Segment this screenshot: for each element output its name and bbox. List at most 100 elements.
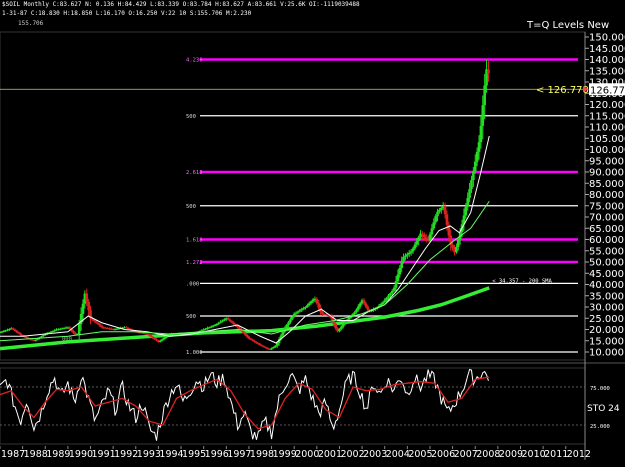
- price-bar-body: [241, 331, 245, 333]
- price-bar-body: [404, 255, 407, 257]
- price-bar-body: [266, 348, 270, 350]
- y-tick-label: 110.000: [589, 123, 625, 134]
- price-bar-body: [270, 348, 273, 350]
- price-bar-body: [470, 180, 473, 190]
- price-bar-body: [147, 334, 151, 336]
- price-bar-body: [353, 312, 356, 315]
- price-bar-body: [253, 340, 256, 342]
- header-sub-value: 155.706: [18, 20, 44, 27]
- stochastic-d-line: [0, 376, 490, 430]
- price-bar-body: [409, 251, 413, 253]
- price-bar-body: [245, 334, 249, 337]
- price-bar-body: [338, 328, 341, 332]
- x-tick-label: 1994: [159, 449, 183, 460]
- price-bar-body: [309, 301, 313, 304]
- price-bar-body: [389, 293, 392, 296]
- price-bar-body: [238, 327, 241, 330]
- price-bar-body: [17, 332, 21, 334]
- x-tick-label: 1997: [227, 449, 251, 460]
- price-chart: 150.000145.000140.000135.000130.000125.0…: [0, 31, 625, 460]
- stochastic-panel-frame: [0, 367, 586, 445]
- price-panel-frame: [0, 31, 586, 361]
- y-tick-label: 135.000: [589, 66, 625, 77]
- price-bar-body: [272, 347, 275, 349]
- x-tick-label: 1998: [250, 449, 274, 460]
- price-bar-body: [274, 345, 277, 347]
- price-bar-body: [151, 336, 155, 338]
- price-bar-body: [217, 322, 221, 324]
- price-bar-body: [158, 340, 162, 342]
- price-bar-body: [264, 347, 268, 349]
- price-bar-body: [473, 161, 477, 172]
- price-bar-body: [251, 339, 255, 341]
- x-tick-label: 1995: [182, 449, 206, 460]
- price-bar-body: [300, 309, 304, 311]
- x-tick-label: 2003: [363, 449, 387, 460]
- price-bar-body: [383, 300, 387, 303]
- price-bar-body: [287, 322, 290, 325]
- price-bar-body: [87, 301, 90, 310]
- price-bar-body: [162, 337, 166, 340]
- x-tick-label: 1990: [69, 449, 93, 460]
- price-bar-body: [298, 310, 302, 312]
- price-bar-body: [317, 303, 321, 308]
- price-bar-body: [294, 312, 298, 314]
- price-bar-body: [472, 171, 475, 181]
- price-bar-body: [357, 306, 360, 310]
- price-bar-body: [364, 303, 368, 307]
- price-bar-body: [96, 322, 100, 325]
- price-bar-body: [40, 336, 43, 338]
- price-bar-body: [321, 312, 324, 315]
- price-bar-body: [219, 321, 222, 323]
- header-ohlc-line: 1-31-87 C:18.830 H:18.850 L:16.170 O:16.…: [2, 10, 252, 17]
- price-bar-body: [423, 234, 426, 238]
- stochastic-k-line: [0, 368, 489, 441]
- price-bar-body: [421, 233, 424, 235]
- level-label: 500: [186, 114, 196, 120]
- price-bar-body: [98, 324, 102, 326]
- price-bar-body: [392, 287, 396, 291]
- y-tick-label: 20.000: [589, 325, 624, 336]
- level-label: 1.272: [186, 260, 203, 266]
- x-tick-label: 2007: [454, 449, 478, 460]
- price-bar-body: [451, 244, 454, 249]
- price-bar-body: [394, 281, 398, 288]
- y-tick-label: 30.000: [589, 303, 624, 314]
- y-tick-label: 120.000: [589, 100, 625, 111]
- price-bar-body: [296, 311, 300, 313]
- price-bar-body: [381, 302, 385, 304]
- price-bar-body: [243, 332, 247, 335]
- level-label: .000: [186, 281, 199, 287]
- y-tick-label: 25.000: [589, 314, 624, 325]
- level-label: 1.000: [186, 350, 203, 356]
- current-price-marker: < 126.770: [536, 85, 589, 96]
- price-bar-body: [262, 346, 266, 348]
- y-tick-label: 45.000: [589, 269, 624, 280]
- price-bar-body: [215, 323, 219, 325]
- price-bar-body: [221, 320, 224, 322]
- x-tick-label: 1999: [273, 449, 297, 460]
- level-label: 1.618: [186, 238, 203, 244]
- x-tick-label: 2002: [340, 449, 364, 460]
- price-bar-body: [481, 105, 485, 126]
- price-bar-body: [72, 331, 75, 333]
- x-tick-label: 2000: [295, 449, 319, 460]
- sma200-label: < 34.357 - 200 SMA: [492, 278, 552, 284]
- price-bar-body: [304, 307, 307, 309]
- price-bar-body: [483, 85, 486, 106]
- price-bar-body: [315, 298, 319, 304]
- price-bar-body: [400, 261, 403, 268]
- price-bar-body: [285, 325, 288, 328]
- price-bar-body: [42, 335, 45, 337]
- price-bar-body: [468, 189, 471, 198]
- price-bar-body: [11, 328, 15, 330]
- price-bar-body: [291, 316, 294, 320]
- price-bar-body: [487, 69, 490, 74]
- price-bar-body: [281, 331, 285, 336]
- price-bar-body: [153, 337, 156, 340]
- price-bar-body: [439, 208, 443, 210]
- x-tick-label: 2010: [522, 449, 546, 460]
- y-tick-label: 95.000: [589, 156, 624, 167]
- price-bar-body: [428, 234, 432, 241]
- price-bar-body: [415, 241, 419, 245]
